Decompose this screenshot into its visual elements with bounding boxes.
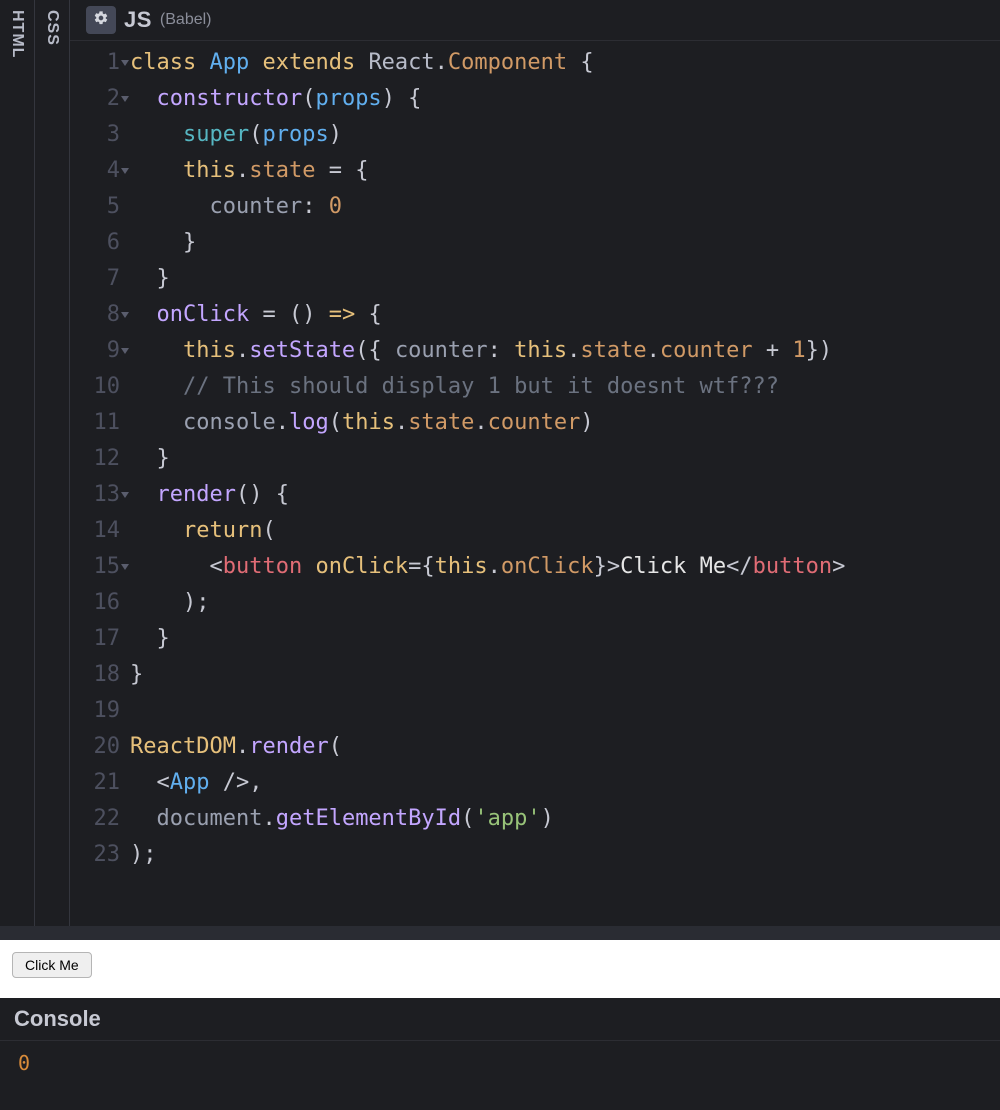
line-number: 20	[70, 729, 120, 765]
line-number: 22	[70, 801, 120, 837]
line-number: 15	[70, 549, 120, 585]
settings-button[interactable]	[86, 6, 116, 34]
line-number: 3	[70, 117, 120, 153]
line-number: 17	[70, 621, 120, 657]
code-line[interactable]: console.log(this.state.counter)	[130, 405, 1000, 441]
line-number: 1	[70, 45, 120, 81]
console-pane: Console 0	[0, 998, 1000, 1110]
code-line[interactable]: this.state = {	[130, 153, 1000, 189]
code-body[interactable]: class App extends React.Component { cons…	[130, 45, 1000, 926]
code-line[interactable]: ReactDOM.render(	[130, 729, 1000, 765]
code-line[interactable]: }	[130, 657, 1000, 693]
line-number: 21	[70, 765, 120, 801]
code-line[interactable]: constructor(props) {	[130, 81, 1000, 117]
code-line[interactable]	[130, 693, 1000, 729]
code-line[interactable]: }	[130, 261, 1000, 297]
code-line[interactable]: <App />,	[130, 765, 1000, 801]
code-line[interactable]: );	[130, 837, 1000, 873]
code-line[interactable]: <button onClick={this.onClick}>Click Me<…	[130, 549, 1000, 585]
code-line[interactable]: render() {	[130, 477, 1000, 513]
code-line[interactable]: class App extends React.Component {	[130, 45, 1000, 81]
tab-css-label: CSS	[43, 10, 61, 46]
code-line[interactable]: );	[130, 585, 1000, 621]
code-line[interactable]: document.getElementById('app')	[130, 801, 1000, 837]
code-editor[interactable]: 1234567891011121314151617181920212223 cl…	[70, 41, 1000, 926]
workspace: HTML CSS JS (Babel) 12345678910111213141…	[0, 0, 1000, 926]
gear-icon	[93, 10, 109, 30]
code-line[interactable]: counter: 0	[130, 189, 1000, 225]
click-me-button[interactable]: Click Me	[12, 952, 92, 978]
js-panel: JS (Babel) 12345678910111213141516171819…	[70, 0, 1000, 926]
line-gutter: 1234567891011121314151617181920212223	[70, 45, 130, 926]
panel-subtitle: (Babel)	[160, 11, 212, 29]
panel-title: JS	[124, 7, 152, 33]
line-number: 11	[70, 405, 120, 441]
code-line[interactable]: super(props)	[130, 117, 1000, 153]
console-output-line: 0	[18, 1051, 982, 1075]
line-number: 9	[70, 333, 120, 369]
code-line[interactable]: }	[130, 441, 1000, 477]
line-number: 2	[70, 81, 120, 117]
line-number: 8	[70, 297, 120, 333]
line-number: 5	[70, 189, 120, 225]
code-line[interactable]: }	[130, 621, 1000, 657]
line-number: 16	[70, 585, 120, 621]
collapsed-tabs: HTML CSS	[0, 0, 70, 926]
code-line[interactable]: }	[130, 225, 1000, 261]
line-number: 19	[70, 693, 120, 729]
line-number: 23	[70, 837, 120, 873]
tab-html-label: HTML	[8, 10, 26, 58]
pane-divider[interactable]	[0, 926, 1000, 940]
line-number: 6	[70, 225, 120, 261]
console-body: 0	[0, 1041, 1000, 1085]
line-number: 7	[70, 261, 120, 297]
line-number: 4	[70, 153, 120, 189]
console-header[interactable]: Console	[0, 998, 1000, 1041]
code-line[interactable]: onClick = () => {	[130, 297, 1000, 333]
line-number: 13	[70, 477, 120, 513]
line-number: 12	[70, 441, 120, 477]
line-number: 14	[70, 513, 120, 549]
panel-header: JS (Babel)	[70, 0, 1000, 41]
code-line[interactable]: this.setState({ counter: this.state.coun…	[130, 333, 1000, 369]
code-line[interactable]: // This should display 1 but it doesnt w…	[130, 369, 1000, 405]
tab-css[interactable]: CSS	[35, 0, 70, 926]
code-line[interactable]: return(	[130, 513, 1000, 549]
line-number: 18	[70, 657, 120, 693]
line-number: 10	[70, 369, 120, 405]
output-pane: Click Me	[0, 940, 1000, 998]
tab-html[interactable]: HTML	[0, 0, 35, 926]
